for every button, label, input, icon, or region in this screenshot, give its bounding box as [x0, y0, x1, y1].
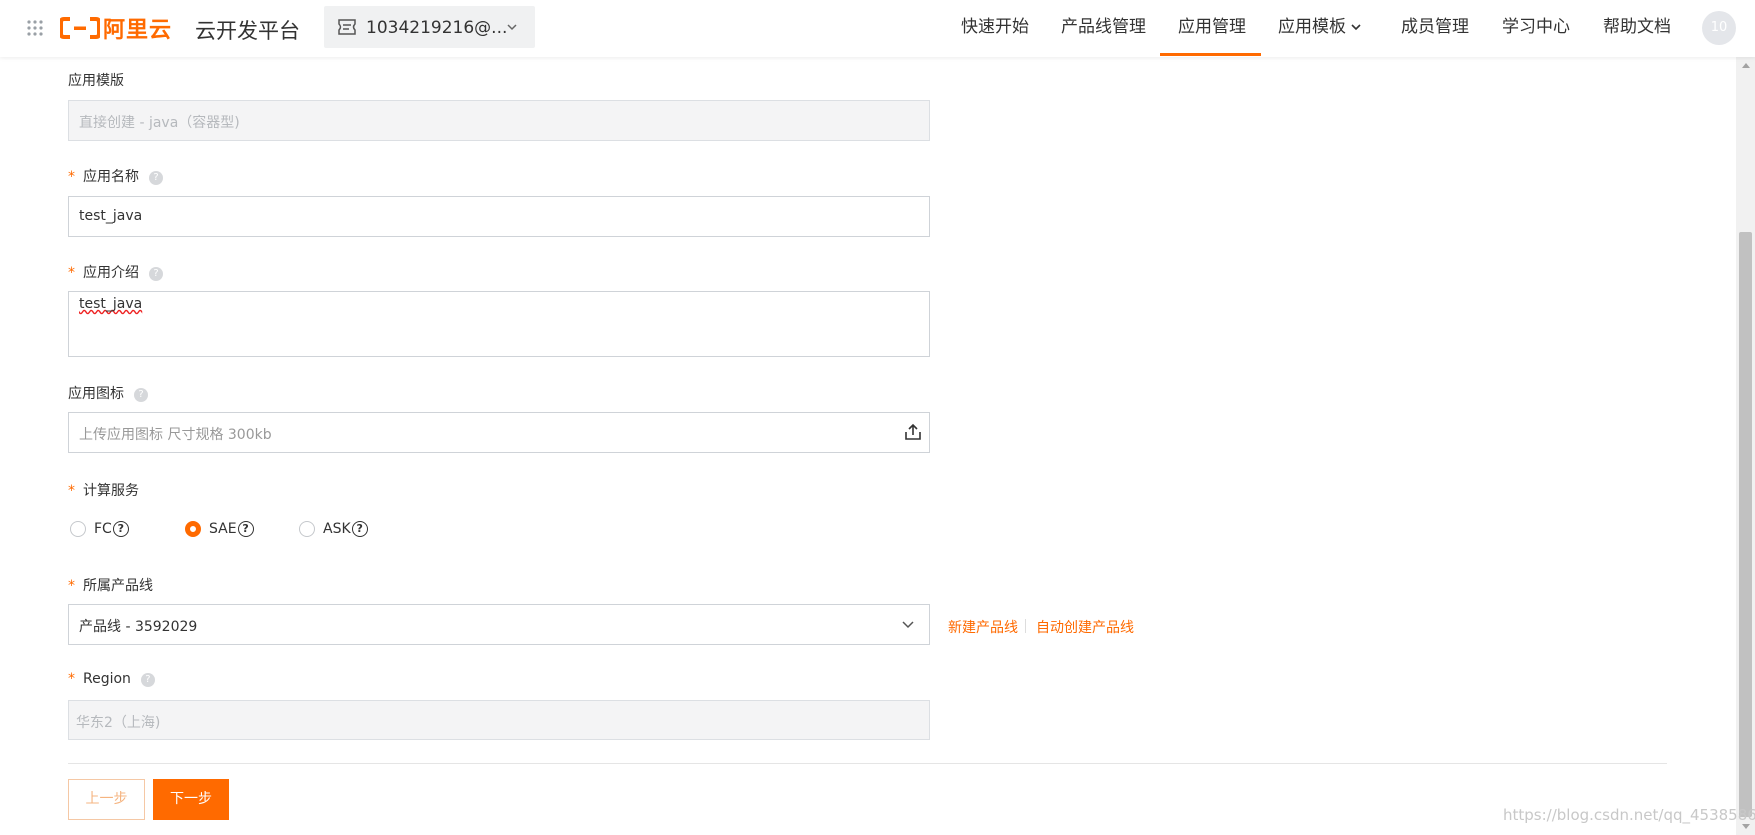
top-navigation-bar: 阿里云 云开发平台 1034219216@... 快速开始 产品线管理 应用管理…: [0, 0, 1755, 57]
app-desc-label: * 应用介绍?: [68, 262, 163, 282]
help-icon[interactable]: ?: [140, 673, 155, 687]
app-desc-value: test_java: [79, 296, 143, 312]
chevron-down-icon: [902, 621, 914, 629]
template-label: 应用模版: [68, 70, 124, 90]
radio-fc[interactable]: FC ?: [70, 518, 129, 540]
region-field: 华东2（上海): [68, 700, 930, 740]
avatar[interactable]: 10: [1702, 11, 1736, 45]
required-mark: *: [68, 265, 75, 281]
active-nav-indicator: [1160, 53, 1261, 56]
platform-title: 云开发平台: [195, 19, 300, 43]
question-icon[interactable]: ?: [237, 521, 254, 537]
watermark-text: https://blog.csdn.net/qq_45385867: [1503, 806, 1755, 824]
region-label: * Region?: [68, 671, 155, 687]
chevron-down-icon: [507, 24, 517, 31]
template-field: 直接创建 - java（容器型): [68, 100, 930, 141]
app-name-value: test_java: [79, 208, 143, 224]
question-icon[interactable]: ?: [351, 521, 368, 537]
radio-ask[interactable]: ASK ?: [299, 518, 368, 540]
product-line-label-text: 所属产品线: [83, 578, 153, 594]
radio-circle: [70, 521, 86, 537]
radio-circle-checked: [185, 521, 201, 537]
scroll-up-arrow-icon[interactable]: [1742, 63, 1750, 68]
required-mark: *: [68, 483, 75, 499]
compute-label: * 计算服务: [68, 480, 139, 500]
product-line-label: * 所属产品线: [68, 575, 153, 595]
nav-help-docs[interactable]: 帮助文档: [1603, 0, 1671, 56]
scroll-thumb[interactable]: [1739, 232, 1752, 817]
radio-circle: [299, 521, 315, 537]
radio-sae[interactable]: SAE ?: [185, 518, 254, 540]
region-value: 华东2（上海): [76, 715, 161, 731]
nav-app-templates[interactable]: 应用模板: [1278, 0, 1362, 56]
app-icon-placeholder: 上传应用图标 尺寸规格 300kb: [79, 427, 272, 443]
question-icon[interactable]: ?: [112, 521, 129, 537]
nav-app-management[interactable]: 应用管理: [1178, 0, 1246, 56]
radio-ask-label: ASK: [323, 521, 351, 537]
help-icon[interactable]: ?: [149, 171, 163, 185]
radio-sae-label: SAE: [209, 521, 237, 537]
aliyun-logo[interactable]: 阿里云: [60, 14, 173, 43]
nav-app-templates-label: 应用模板: [1278, 17, 1346, 37]
scroll-down-arrow-icon[interactable]: [1742, 824, 1750, 829]
app-desc-textarea[interactable]: test_java: [68, 291, 930, 357]
required-mark: *: [68, 169, 75, 185]
product-line-select[interactable]: 产品线 - 3592029: [68, 604, 930, 645]
page-scrollbar[interactable]: [1736, 57, 1755, 835]
account-name: 1034219216@...: [366, 18, 508, 38]
product-line-value: 产品线 - 3592029: [79, 619, 198, 635]
apps-grid-icon[interactable]: [26, 19, 44, 37]
aliyun-logo-mark-icon: [60, 17, 100, 39]
account-ticket-icon: [338, 19, 356, 35]
nav-learning-center[interactable]: 学习中心: [1502, 0, 1570, 56]
help-icon[interactable]: ?: [149, 267, 163, 281]
compute-label-text: 计算服务: [83, 483, 139, 499]
new-product-line-link[interactable]: 新建产品线: [948, 617, 1018, 637]
required-mark: *: [68, 578, 75, 594]
chevron-down-icon: [1351, 24, 1361, 31]
nav-quick-start[interactable]: 快速开始: [961, 0, 1029, 56]
template-value: 直接创建 - java（容器型): [79, 115, 240, 131]
account-switcher[interactable]: 1034219216@...: [324, 6, 535, 48]
prev-step-button[interactable]: 上一步: [68, 779, 145, 820]
app-name-label: * 应用名称?: [68, 166, 163, 186]
upload-icon[interactable]: [903, 422, 923, 442]
help-icon[interactable]: ?: [134, 388, 148, 402]
template-label-text: 应用模版: [68, 73, 124, 89]
app-icon-label: 应用图标?: [68, 383, 148, 403]
nav-product-line[interactable]: 产品线管理: [1061, 0, 1146, 56]
app-icon-upload[interactable]: 上传应用图标 尺寸规格 300kb: [68, 412, 930, 453]
app-name-input[interactable]: test_java: [68, 196, 930, 237]
link-separator: [1025, 619, 1026, 633]
brand-name: 阿里云: [103, 18, 173, 43]
required-mark: *: [68, 671, 75, 687]
radio-fc-label: FC: [94, 521, 112, 537]
app-name-label-text: 应用名称: [83, 169, 139, 185]
app-icon-label-text: 应用图标: [68, 386, 124, 402]
auto-create-product-line-link[interactable]: 自动创建产品线: [1036, 617, 1134, 637]
nav-members[interactable]: 成员管理: [1401, 0, 1469, 56]
region-label-text: Region: [83, 671, 131, 687]
form-divider: [68, 763, 1667, 764]
next-step-button[interactable]: 下一步: [153, 779, 229, 820]
app-desc-label-text: 应用介绍: [83, 265, 139, 281]
